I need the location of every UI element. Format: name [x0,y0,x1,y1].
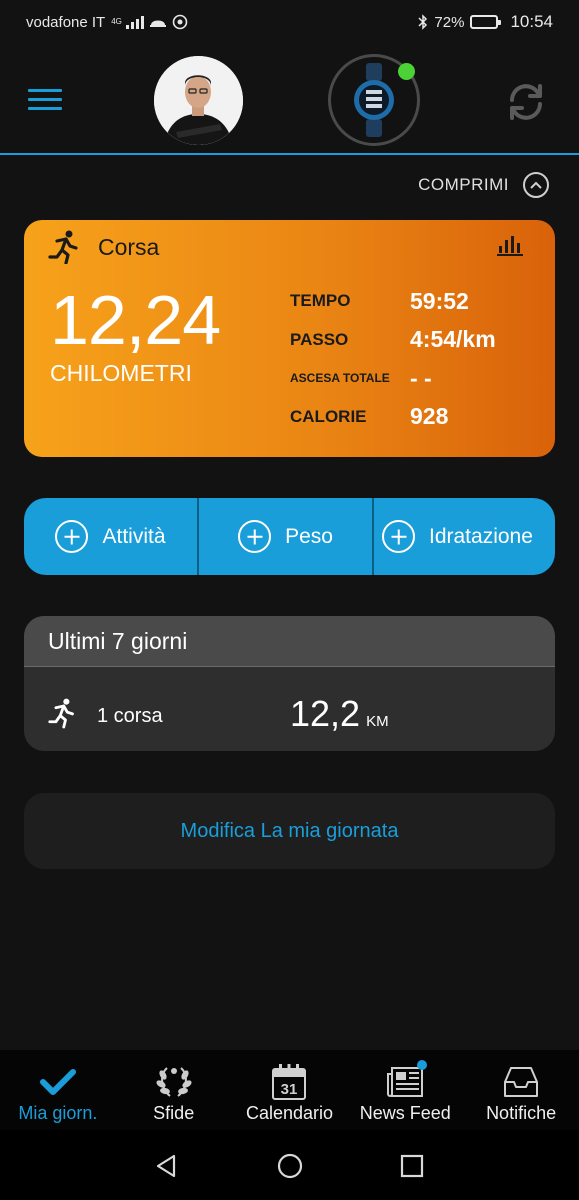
quick-add-label: Idratazione [429,524,533,548]
tab-calendar[interactable]: 31 Calendario [232,1050,348,1130]
battery-percent: 72% [434,13,465,31]
tab-notifications[interactable]: Notifiche [463,1050,579,1130]
tab-challenges[interactable]: Sfide [116,1050,232,1130]
tab-label: Calendario [245,1103,334,1123]
app-header [0,44,579,155]
plus-circle-icon [382,520,415,553]
plus-circle-icon [238,520,272,553]
tab-label: Notifiche [486,1103,557,1123]
chevron-up-icon [523,172,549,198]
stat-label: PASSO [290,329,349,349]
tab-news-feed[interactable]: News Feed [347,1050,463,1130]
status-right: 72% 10:54 [418,12,553,32]
bar-chart-icon[interactable] [497,234,523,256]
signal-icon [125,15,144,29]
inbox-icon [504,1067,539,1097]
collapse-toggle[interactable]: COMPRIMI [418,172,549,198]
avatar[interactable] [154,56,243,145]
week-distance: 12,2 KM [290,693,389,735]
back-icon[interactable] [152,1152,180,1180]
week-distance-unit: KM [366,713,389,730]
add-weight-button[interactable]: Peso [199,498,374,575]
add-hydration-button[interactable]: Idratazione [374,498,555,575]
stat-pace: PASSO 4:54/km [290,321,540,360]
check-icon [39,1069,76,1095]
bluetooth-icon [418,14,428,30]
device-button[interactable] [328,54,420,146]
stat-label: ASCESA TOTALE [290,371,390,386]
unread-dot [417,1060,428,1070]
week-summary: 1 corsa 12,2 KM [24,667,555,751]
tab-my-day[interactable]: Mia giorn. [0,1050,116,1130]
stat-calories: CALORIE 928 [290,398,540,437]
activity-header: Corsa [48,230,159,264]
hamburger-menu-icon[interactable] [28,89,62,113]
stat-label: TEMPO [290,291,351,311]
bottom-nav: Mia giorn. Sfide 31 Calendario News Feed… [0,1050,579,1130]
activity-stats: TEMPO 59:52 PASSO 4:54/km ASCESA TOTALE … [290,282,540,436]
calendar-day: 31 [281,1081,298,1098]
tab-label: Mia giorn. [18,1103,98,1123]
stat-value: - - [410,364,432,391]
collapse-label: COMPRIMI [418,175,509,194]
home-icon[interactable] [276,1152,304,1180]
status-left: vodafone IT 4G [26,14,188,31]
tab-label: News Feed [359,1103,451,1123]
stat-time: TEMPO 59:52 [290,282,540,321]
helmet-icon [149,20,166,27]
edit-my-day-label: Modifica La mia giornata [180,819,399,842]
recents-icon[interactable] [398,1152,426,1180]
distance-value: 12,24 [50,281,221,359]
system-nav-bar [0,1130,579,1200]
last-7-days-card[interactable]: Ultimi 7 giorni 1 corsa 12,2 KM [24,616,555,751]
plus-circle-icon [55,520,89,553]
week-title: Ultimi 7 giorni [24,616,555,667]
clock: 10:54 [510,12,553,31]
calendar-icon: 31 [272,1064,307,1100]
activity-name: Corsa [98,233,160,260]
connected-indicator [398,63,415,80]
battery-icon [470,15,502,29]
distance-unit: CHILOMETRI [50,360,192,386]
stat-value: 59:52 [410,287,469,314]
edit-my-day-button[interactable]: Modifica La mia giornata [24,793,555,869]
stat-value: 4:54/km [410,326,496,353]
running-icon [48,230,78,264]
nfc-icon [172,14,188,30]
status-bar: vodafone IT 4G 72% 10:54 [0,0,579,44]
add-activity-button[interactable]: Attività [24,498,199,575]
quick-add-label: Attività [102,524,166,548]
laurel-icon [156,1067,192,1097]
activity-card[interactable]: Corsa 12,24 CHILOMETRI TEMPO 59:52 PASSO… [24,220,555,457]
quick-add-label: Peso [285,524,333,548]
profile-photo-icon [154,56,243,145]
sync-icon[interactable] [502,78,550,126]
network-type: 4G [111,17,122,26]
tab-label: Sfide [153,1103,195,1123]
week-distance-value: 12,2 [290,693,361,734]
carrier-name: vodafone IT [26,13,106,31]
stat-label: CALORIE [290,406,367,426]
quick-add-bar: Attività Peso Idratazione [24,498,555,575]
stat-value: 928 [410,403,449,430]
running-icon [48,698,74,729]
stat-ascent: ASCESA TOTALE - - [290,359,540,398]
run-count: 1 corsa [97,705,163,727]
